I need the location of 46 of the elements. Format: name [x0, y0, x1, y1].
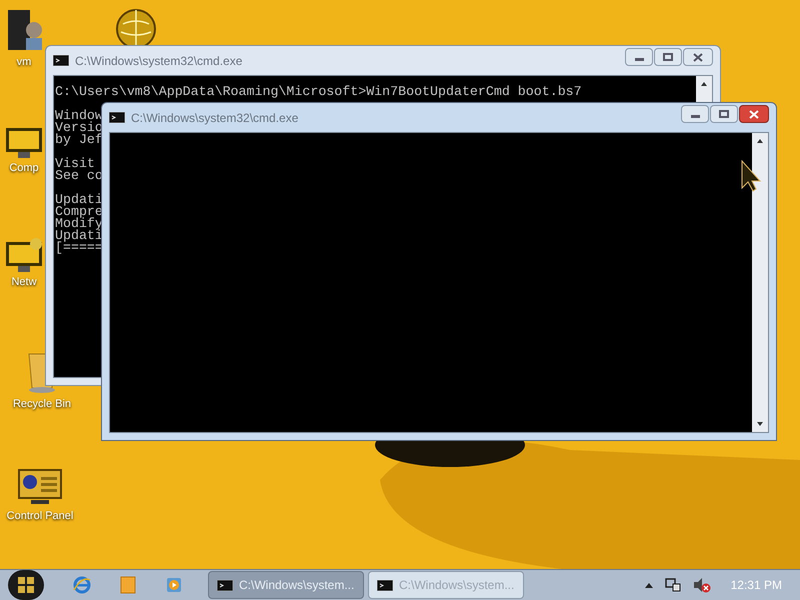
browser-e-icon — [73, 576, 91, 594]
desktop-icon-label[interactable]: Control Panel — [6, 508, 74, 524]
console-icon — [53, 55, 69, 66]
console-icon — [109, 112, 125, 123]
console-line: Updati — [55, 230, 103, 242]
down-caret-icon — [757, 422, 763, 426]
console-line: Versio — [55, 122, 103, 134]
close-button[interactable] — [739, 105, 769, 123]
console-line: Compre — [55, 206, 103, 218]
taskbar-task-button[interactable]: C:\Windows\system... — [368, 571, 524, 599]
window-title: C:\Windows\system32\cmd.exe — [75, 52, 242, 70]
up-caret-icon — [701, 82, 707, 86]
folder-icon — [120, 576, 136, 594]
minimize-button[interactable] — [681, 105, 709, 123]
console-line: by Jef — [55, 134, 103, 146]
maximize-button[interactable] — [654, 48, 682, 66]
desktop-icon-label[interactable]: Comp — [9, 160, 39, 176]
console-line: Window — [55, 110, 103, 122]
window-title: C:\Windows\system32\cmd.exe — [131, 110, 298, 126]
desktop-icon-label[interactable]: vm — [16, 54, 32, 70]
up-caret-icon — [757, 139, 763, 143]
console-line: [===== — [55, 242, 103, 254]
maximize-button[interactable] — [710, 105, 738, 123]
console-line: C:\Users\vm8\AppData\Roaming\Microsoft>Win7BootUpdaterCmd boot.bs7 — [55, 86, 582, 98]
console-line: Modify — [55, 218, 103, 230]
console-icon — [377, 580, 393, 590]
minimize-button[interactable] — [625, 48, 653, 66]
console-icon — [217, 580, 233, 590]
show-hidden-icons-icon[interactable] — [644, 582, 653, 588]
network-icon — [6, 238, 42, 272]
console-line: Updati — [55, 194, 103, 206]
windows-logo-icon — [17, 576, 35, 594]
network-status-icon[interactable] — [664, 577, 681, 593]
muted-speaker-icon[interactable] — [692, 577, 711, 593]
mouse-cursor-icon — [741, 160, 761, 192]
console-line: Visit — [55, 158, 95, 170]
desktop-icon-label[interactable]: Netw — [11, 274, 37, 290]
control-panel-icon — [17, 468, 63, 506]
desktop-icon-label[interactable]: Recycle Bin — [12, 396, 72, 412]
close-icon — [693, 52, 703, 62]
clock[interactable]: 12:31 PM — [730, 576, 782, 594]
close-icon — [749, 110, 759, 118]
taskbar-task-button[interactable]: C:\Windows\system... — [208, 571, 364, 599]
close-button[interactable] — [683, 48, 713, 66]
play-icon — [166, 577, 182, 593]
start-button[interactable] — [8, 570, 44, 600]
